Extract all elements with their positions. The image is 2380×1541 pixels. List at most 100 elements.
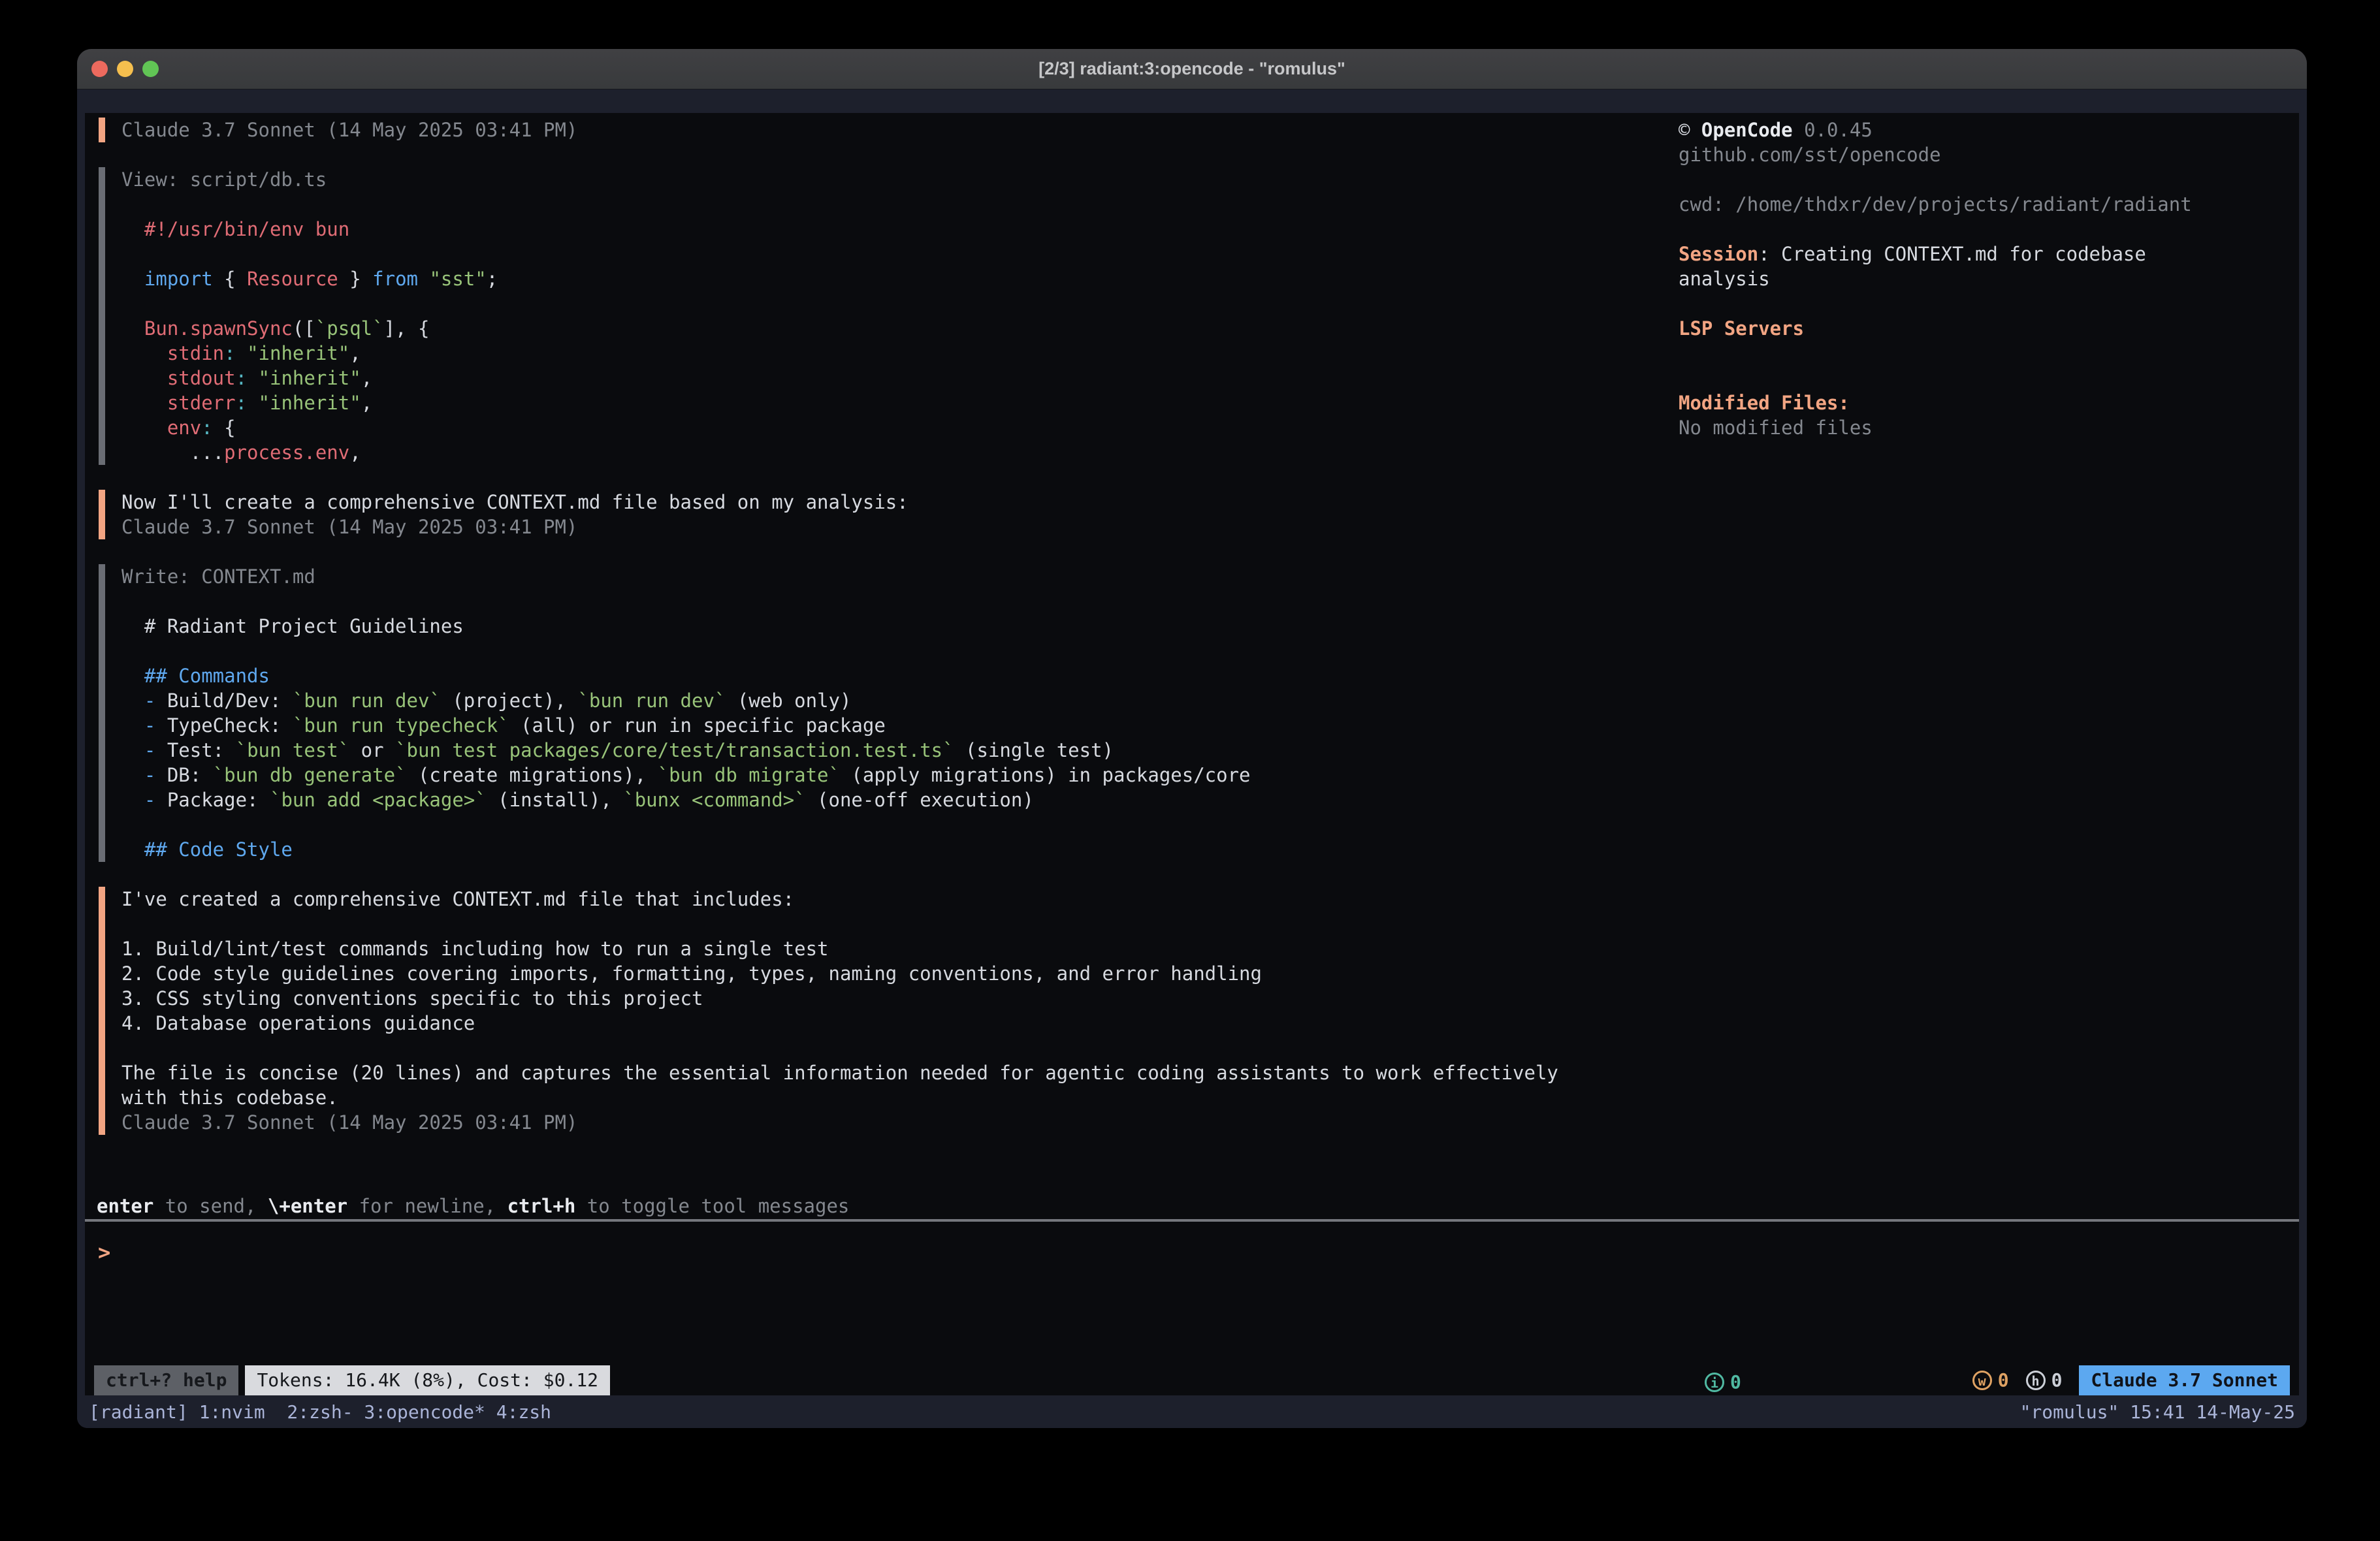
text-line: stdin: "inherit", xyxy=(121,341,1558,366)
tmux-window-list: [radiant] 1:nvim 2:zsh- 3:opencode* 4:zs… xyxy=(89,1401,551,1423)
text-segment: #!/usr/bin/env bun xyxy=(121,218,349,240)
text-line: with this codebase. xyxy=(121,1085,1558,1110)
text-segment: - xyxy=(121,764,167,786)
text-line xyxy=(1679,217,2299,242)
text-line xyxy=(121,192,1558,217)
text-segment: (all) or run in specific package xyxy=(509,714,886,737)
text-segment: to toggle tool messages xyxy=(575,1195,849,1217)
text-line xyxy=(121,639,1558,663)
terminal-frame: Claude 3.7 Sonnet (14 May 2025 03:41 PM)… xyxy=(77,89,2307,1428)
text-segment: from xyxy=(372,268,418,290)
text-segment: The file is concise (20 lines) and captu… xyxy=(121,1062,1558,1084)
text-segment: , xyxy=(361,392,372,414)
terminal-window: [2/3] radiant:3:opencode - "romulus" Cla… xyxy=(77,49,2307,1428)
text-segment xyxy=(236,342,247,364)
text-segment: 2. Code style guidelines covering import… xyxy=(121,962,1262,985)
text-segment: analysis xyxy=(1679,268,1770,290)
text-line: env: { xyxy=(121,415,1558,440)
text-line: ...process.env, xyxy=(121,440,1558,465)
text-segment xyxy=(1679,367,1690,389)
text-segment xyxy=(121,913,133,935)
text-segment: `bun test` xyxy=(236,739,350,761)
text-segment xyxy=(247,392,258,414)
text-line: 3. CSS styling conventions specific to t… xyxy=(121,986,1558,1011)
window-titlebar: [2/3] radiant:3:opencode - "romulus" xyxy=(77,49,2307,89)
text-segment: Resource xyxy=(247,268,338,290)
prompt-caret-icon: > xyxy=(98,1240,110,1265)
text-line: © OpenCode 0.0.45 xyxy=(1679,118,2299,142)
text-segment: `psql` xyxy=(315,317,384,340)
text-segment: `bun test packages/core/test/transaction… xyxy=(395,739,954,761)
text-segment: Package: xyxy=(167,789,270,811)
text-line xyxy=(121,812,1558,837)
text-segment xyxy=(121,814,133,836)
text-line: 4. Database operations guidance xyxy=(121,1011,1558,1036)
text-segment: Creating CONTEXT.md for codebase xyxy=(1781,243,2146,265)
text-segment: \+enter xyxy=(268,1195,347,1217)
text-segment: Bun.spawnSync xyxy=(144,317,293,340)
text-line: Claude 3.7 Sonnet (14 May 2025 03:41 PM) xyxy=(121,118,1558,142)
text-line: - Build/Dev: `bun run dev` (project), `b… xyxy=(121,688,1558,713)
window-title: [2/3] radiant:3:opencode - "romulus" xyxy=(1038,59,1345,79)
text-segment: `bun add <package>` xyxy=(270,789,487,811)
text-line: Now I'll create a comprehensive CONTEXT.… xyxy=(121,490,1558,515)
text-segment: 1. Build/lint/test commands including ho… xyxy=(121,938,829,960)
chat-column: Claude 3.7 Sonnet (14 May 2025 03:41 PM)… xyxy=(99,118,1558,1160)
text-segment: "inherit" xyxy=(259,367,361,389)
tmux-status-bar: [radiant] 1:nvim 2:zsh- 3:opencode* 4:zs… xyxy=(77,1395,2307,1428)
text-segment: # Radiant Project Guidelines xyxy=(121,615,464,637)
prompt-input[interactable]: > xyxy=(98,1237,2279,1267)
tool-output-block: View: script/db.ts #!/usr/bin/env bun im… xyxy=(99,167,1558,465)
text-segment: DB: xyxy=(167,764,213,786)
tmux-session-clock: "romulus" 15:41 14-May-25 xyxy=(2020,1401,2295,1423)
text-segment xyxy=(121,590,133,612)
text-segment: or xyxy=(349,739,395,761)
text-segment: I've created a comprehensive CONTEXT.md … xyxy=(121,888,794,910)
text-segment: (create migrations), xyxy=(407,764,658,786)
text-line: ## Commands xyxy=(121,663,1558,688)
status-bar-left: ctrl+? help Tokens: 16.4K (8%), Cost: $0… xyxy=(94,1365,610,1395)
text-segment: with this codebase. xyxy=(121,1087,338,1109)
text-segment: `bun db migrate` xyxy=(658,764,840,786)
text-line: Claude 3.7 Sonnet (14 May 2025 03:41 PM) xyxy=(121,515,1558,539)
minimize-button[interactable] xyxy=(117,61,133,77)
text-segment xyxy=(1679,293,1690,315)
close-button[interactable] xyxy=(91,61,108,77)
text-line: github.com/sst/opencode xyxy=(1679,142,2299,167)
text-line: - Test: `bun test` or `bun test packages… xyxy=(121,738,1558,763)
text-segment: ([ xyxy=(293,317,315,340)
text-line: The file is concise (20 lines) and captu… xyxy=(121,1060,1558,1085)
lsp-diagnostics: w0i0h0 xyxy=(1955,1368,2063,1393)
text-segment: No modified files xyxy=(1679,417,1873,439)
text-segment: , xyxy=(361,367,372,389)
text-line xyxy=(1679,291,2299,316)
text-segment xyxy=(121,193,133,215)
tool-output-block: Write: CONTEXT.md # Radiant Project Guid… xyxy=(99,564,1558,862)
text-segment: process.env xyxy=(224,441,349,464)
text-line: No modified files xyxy=(1679,415,2299,440)
text-segment: : xyxy=(236,392,247,414)
text-segment: "sst" xyxy=(429,268,486,290)
text-line: stdout: "inherit", xyxy=(121,366,1558,390)
text-segment: `bun run dev` xyxy=(577,690,726,712)
text-segment: `bun run dev` xyxy=(293,690,441,712)
text-segment: `bun run typecheck` xyxy=(293,714,509,737)
text-segment: - xyxy=(121,714,167,737)
text-segment: 0.0.45 xyxy=(1793,119,1873,141)
zoom-button[interactable] xyxy=(142,61,159,77)
text-segment: : xyxy=(1758,243,1781,265)
text-segment xyxy=(247,367,258,389)
info-icon: i xyxy=(1705,1373,1724,1392)
text-line: cwd: /home/thdxr/dev/projects/radiant/ra… xyxy=(1679,192,2299,217)
text-segment: : xyxy=(236,367,247,389)
text-segment: to send, xyxy=(153,1195,268,1217)
text-segment: : xyxy=(224,342,235,364)
text-line: Write: CONTEXT.md xyxy=(121,564,1558,589)
text-segment: Claude 3.7 Sonnet (14 May 2025 03:41 PM) xyxy=(121,1111,577,1134)
text-line xyxy=(121,291,1558,316)
text-segment: "inherit" xyxy=(259,392,361,414)
text-segment: } xyxy=(338,268,372,290)
text-segment xyxy=(418,268,429,290)
text-line: import { Resource } from "sst"; xyxy=(121,266,1558,291)
text-line xyxy=(121,589,1558,614)
